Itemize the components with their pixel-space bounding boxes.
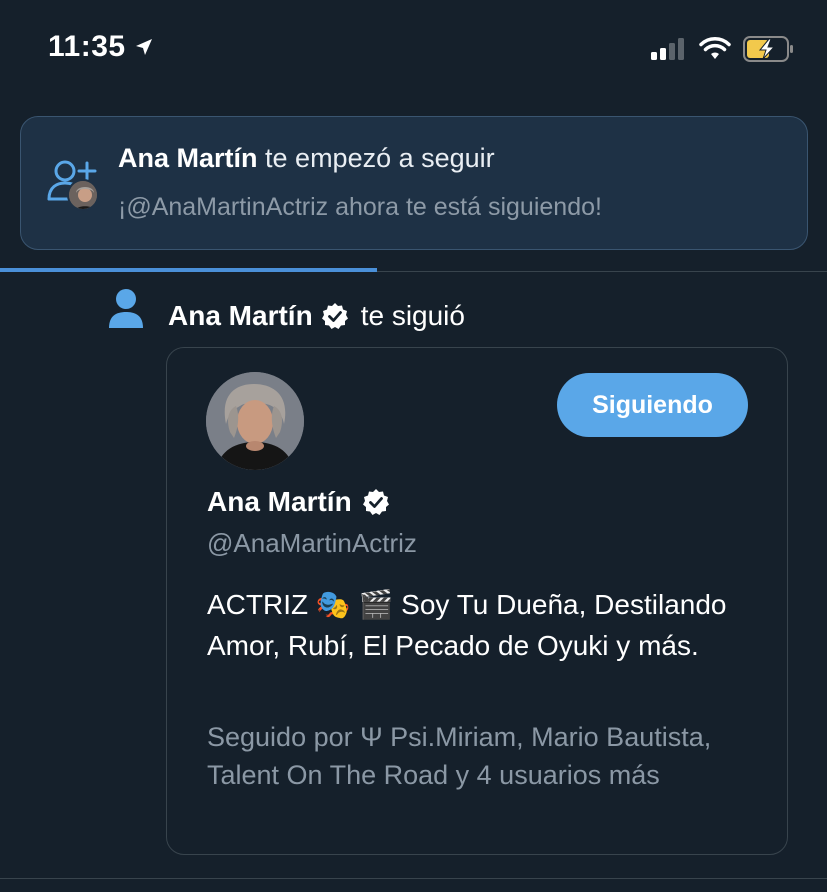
notification-text[interactable]: Ana Martín te siguió — [168, 300, 465, 332]
wifi-icon — [699, 37, 731, 59]
card-name-row: Ana Martín — [207, 486, 390, 518]
follow-notification-banner[interactable]: Ana Martín te empezó a seguir ¡@AnaMarti… — [20, 116, 808, 250]
status-indicators — [651, 36, 795, 62]
banner-progress-bar — [0, 268, 377, 272]
avatar[interactable] — [206, 372, 304, 470]
notification-action: te siguió — [360, 300, 465, 331]
banner-avatar — [67, 179, 99, 211]
banner-name: Ana Martín — [118, 143, 258, 173]
verified-badge-icon — [321, 303, 348, 329]
following-button[interactable]: Siguiendo — [557, 373, 748, 437]
status-time-text: 11:35 — [48, 30, 126, 63]
notification-user-name[interactable]: Ana Martín — [168, 300, 313, 332]
card-followed-by[interactable]: Seguido por Ψ Psi.Miriam, Mario Bautista… — [207, 718, 727, 794]
card-user-name[interactable]: Ana Martín — [207, 486, 352, 518]
banner-subtitle: ¡@AnaMartinActriz ahora te está siguiend… — [118, 193, 602, 221]
banner-title: Ana Martín te empezó a seguir — [118, 143, 495, 174]
cellular-signal-icon — [651, 38, 684, 60]
location-arrow-icon — [135, 39, 152, 55]
verified-badge-icon — [362, 489, 389, 515]
battery-charging-icon — [743, 36, 793, 62]
status-time: 11:35 — [48, 30, 154, 64]
status-bar: 11:35 — [0, 0, 827, 100]
card-bio: ACTRIZ 🎭 🎬 Soy Tu Dueña, Destilando Amor… — [207, 589, 727, 661]
banner-title-rest: te empezó a seguir — [265, 143, 495, 173]
card-handle[interactable]: @AnaMartinActriz — [207, 528, 417, 559]
person-icon — [109, 289, 143, 328]
profile-card[interactable]: Siguiendo Ana Martín @AnaMartinActriz AC… — [166, 347, 788, 855]
bottom-divider — [0, 878, 827, 879]
